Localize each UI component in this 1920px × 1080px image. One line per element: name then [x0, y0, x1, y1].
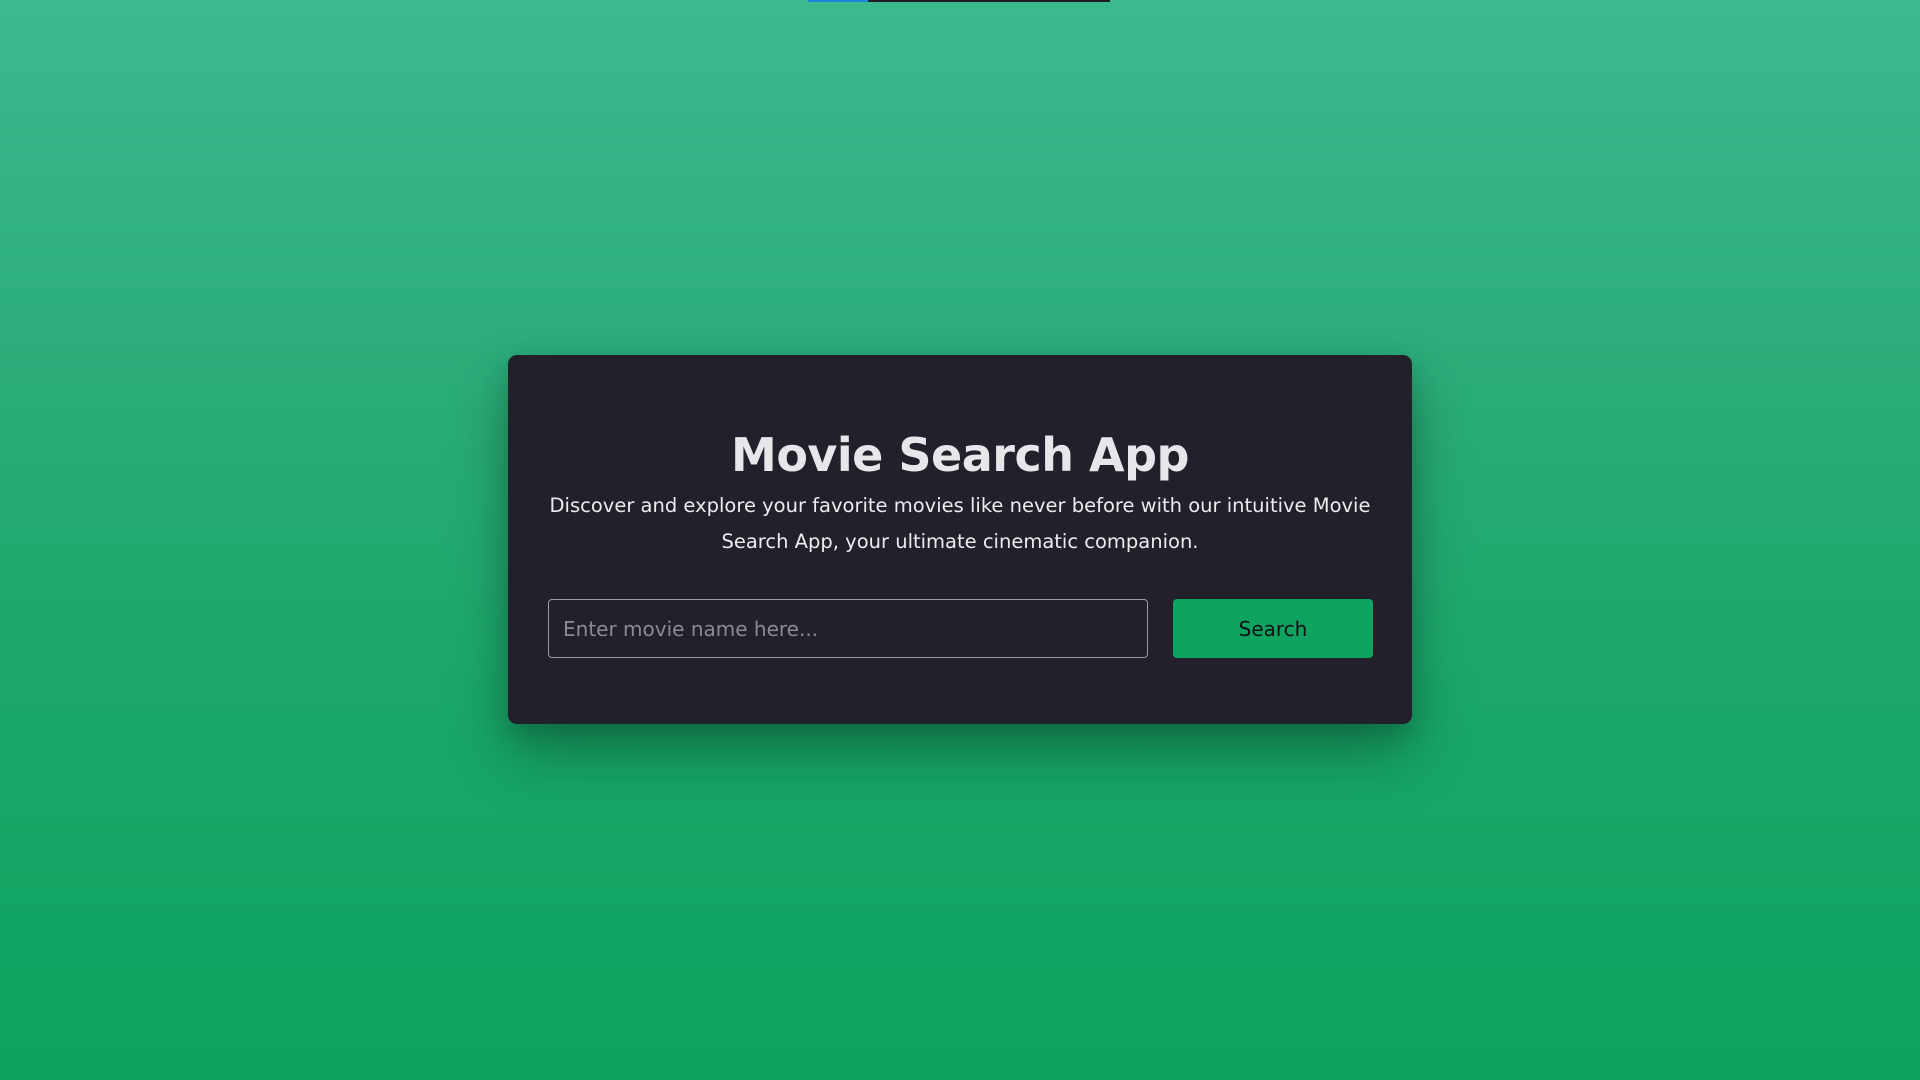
- top-progress-bar: [808, 0, 1110, 2]
- top-progress-fill: [808, 0, 869, 2]
- search-card: Movie Search App Discover and explore yo…: [508, 355, 1412, 724]
- movie-search-input[interactable]: [548, 599, 1148, 658]
- search-button[interactable]: Search: [1173, 599, 1373, 658]
- page-title: Movie Search App: [731, 428, 1189, 482]
- page-description: Discover and explore your favorite movie…: [549, 494, 1371, 553]
